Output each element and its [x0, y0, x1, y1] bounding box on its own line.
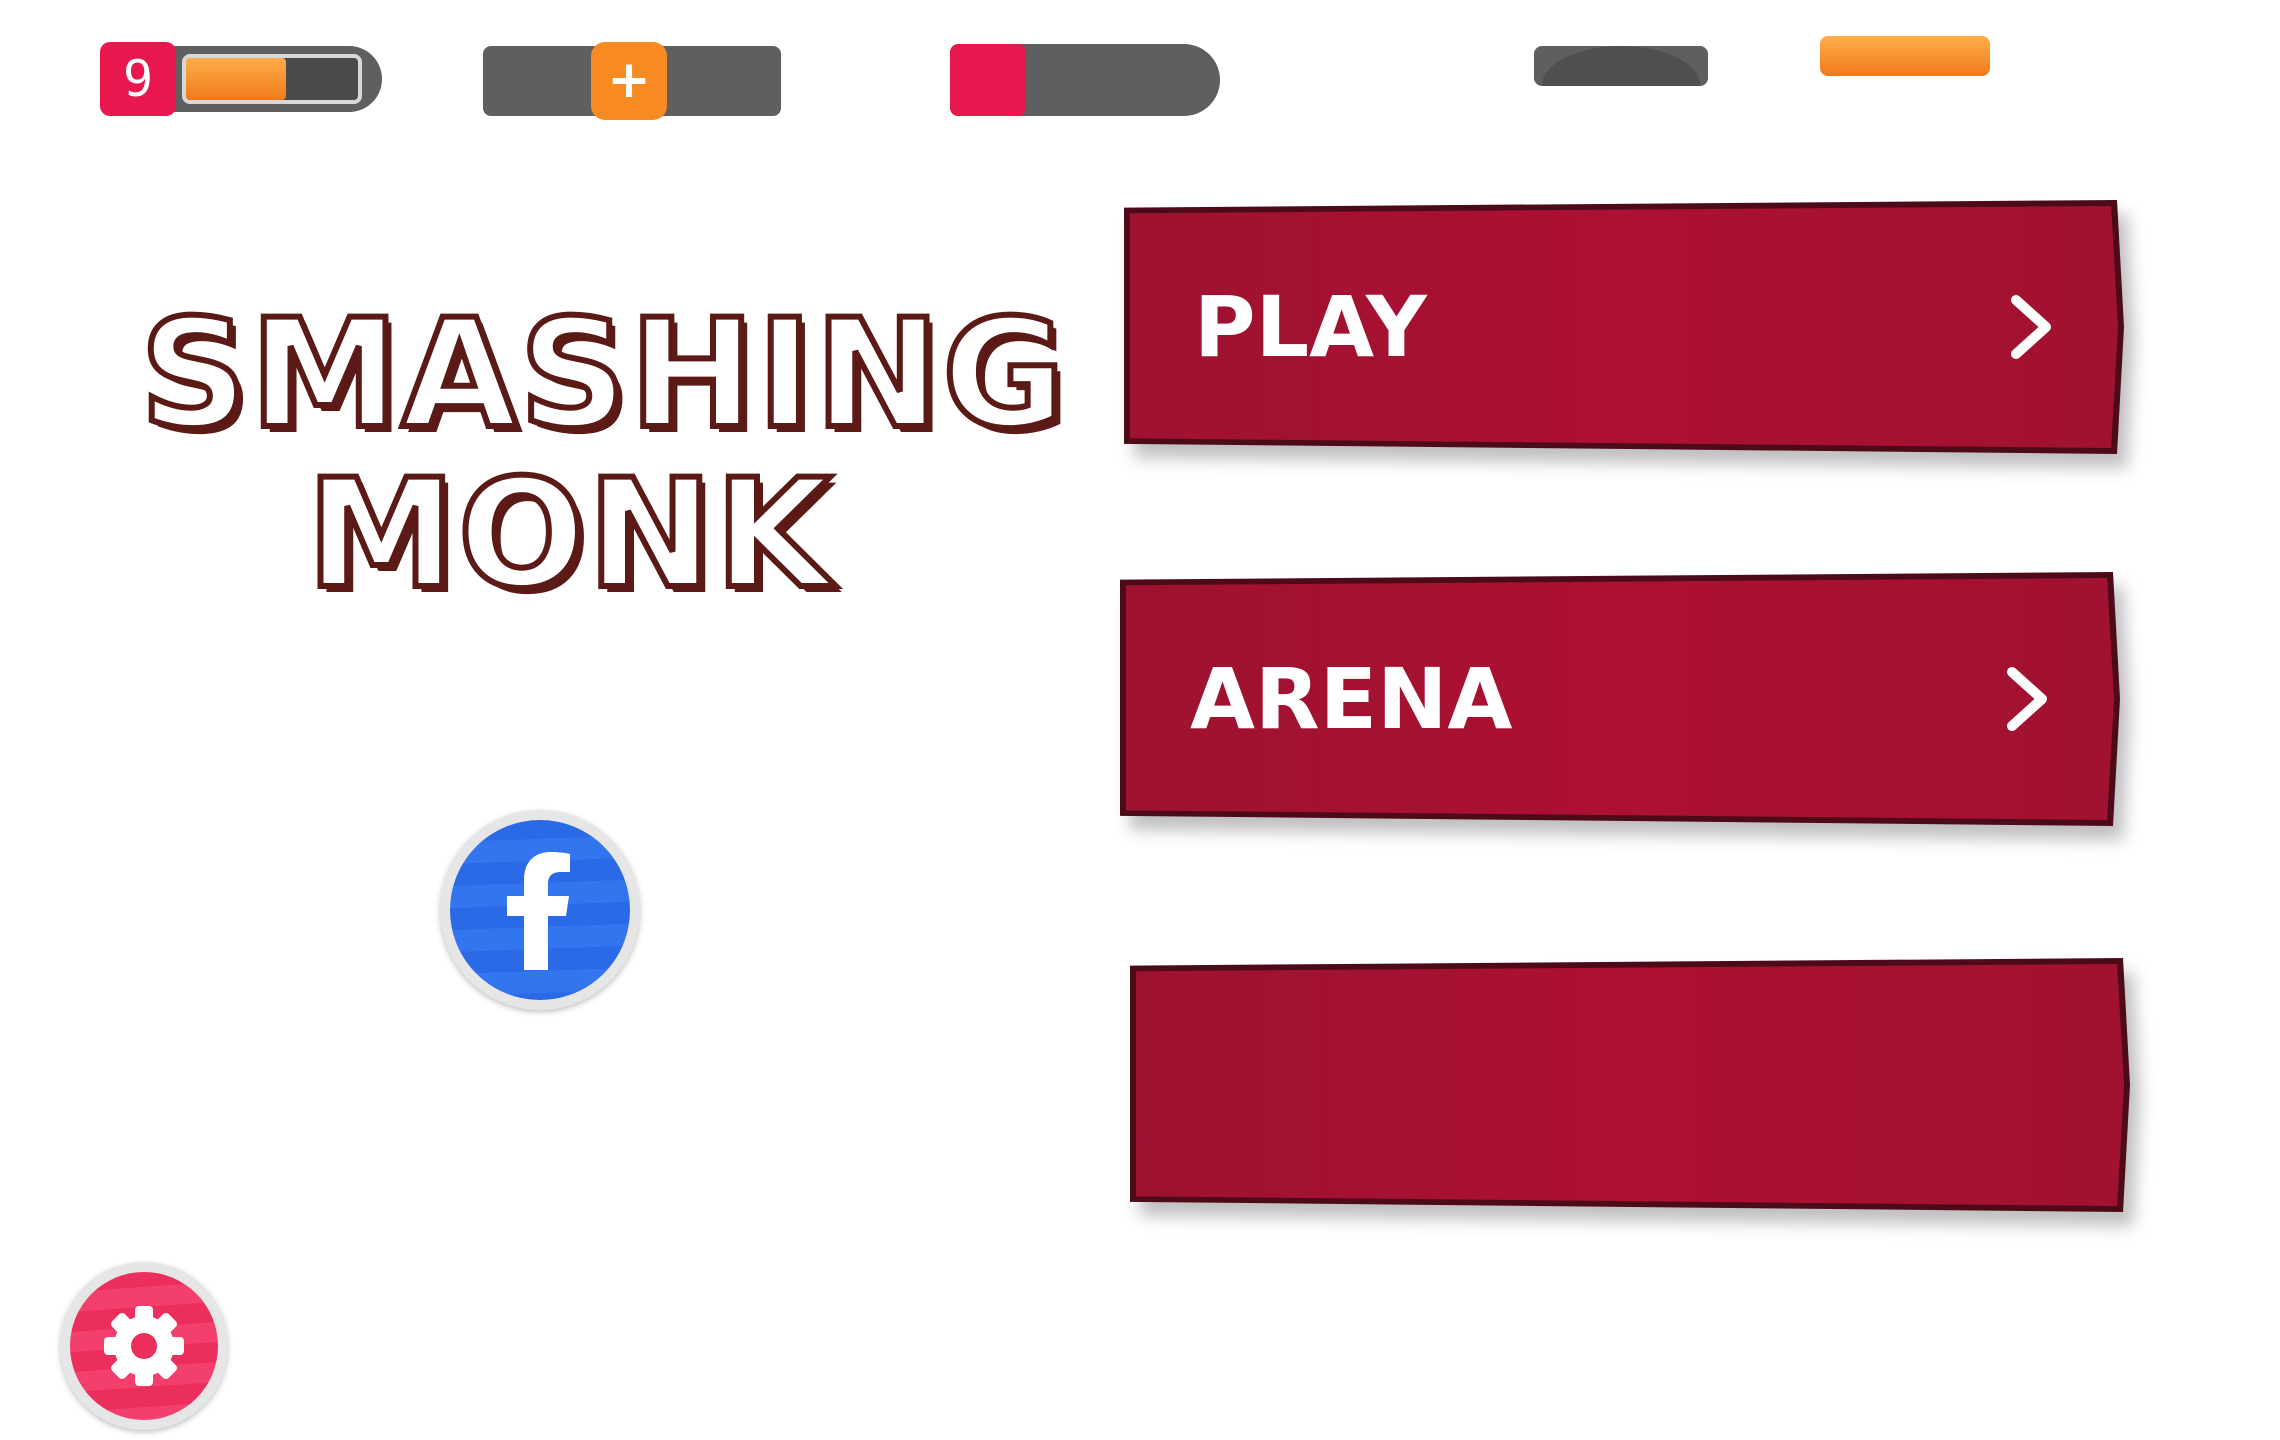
currency-bar: +: [483, 42, 781, 120]
facebook-button[interactable]: [440, 810, 640, 1010]
chevron-right-icon: [2007, 667, 2047, 731]
level-progress-fill: [186, 58, 286, 100]
settings-button-face: [70, 1272, 218, 1420]
play-button[interactable]: PLAY: [1124, 200, 2124, 454]
level-progress-track: [182, 54, 362, 104]
facebook-icon: [507, 852, 570, 970]
play-button-label: PLAY: [1194, 278, 1427, 376]
gear-icon: [104, 1306, 184, 1386]
add-currency-button[interactable]: +: [591, 42, 667, 120]
gray-indicator-shape: [1542, 46, 1700, 86]
game-title: SMASHING MONK: [137, 288, 1068, 623]
gray-indicator: [1534, 46, 1708, 86]
title-line-2: MONK: [304, 447, 835, 623]
third-menu-button[interactable]: [1130, 958, 2130, 1212]
orange-indicator: [1820, 36, 1990, 76]
title-line-1: SMASHING: [137, 288, 1068, 462]
level-badge: 9: [100, 42, 176, 116]
arena-button[interactable]: ARENA: [1120, 572, 2120, 826]
settings-button[interactable]: [60, 1262, 228, 1430]
chevron-right-icon: [2011, 295, 2051, 359]
third-button-face: [1136, 964, 2124, 1206]
gem-bar: [950, 44, 1220, 116]
arena-button-label: ARENA: [1190, 650, 1513, 748]
facebook-button-face: [450, 820, 630, 1000]
level-progress-bar: 9: [100, 42, 382, 116]
plus-icon: +: [607, 50, 651, 110]
gem-icon: [950, 44, 1026, 116]
